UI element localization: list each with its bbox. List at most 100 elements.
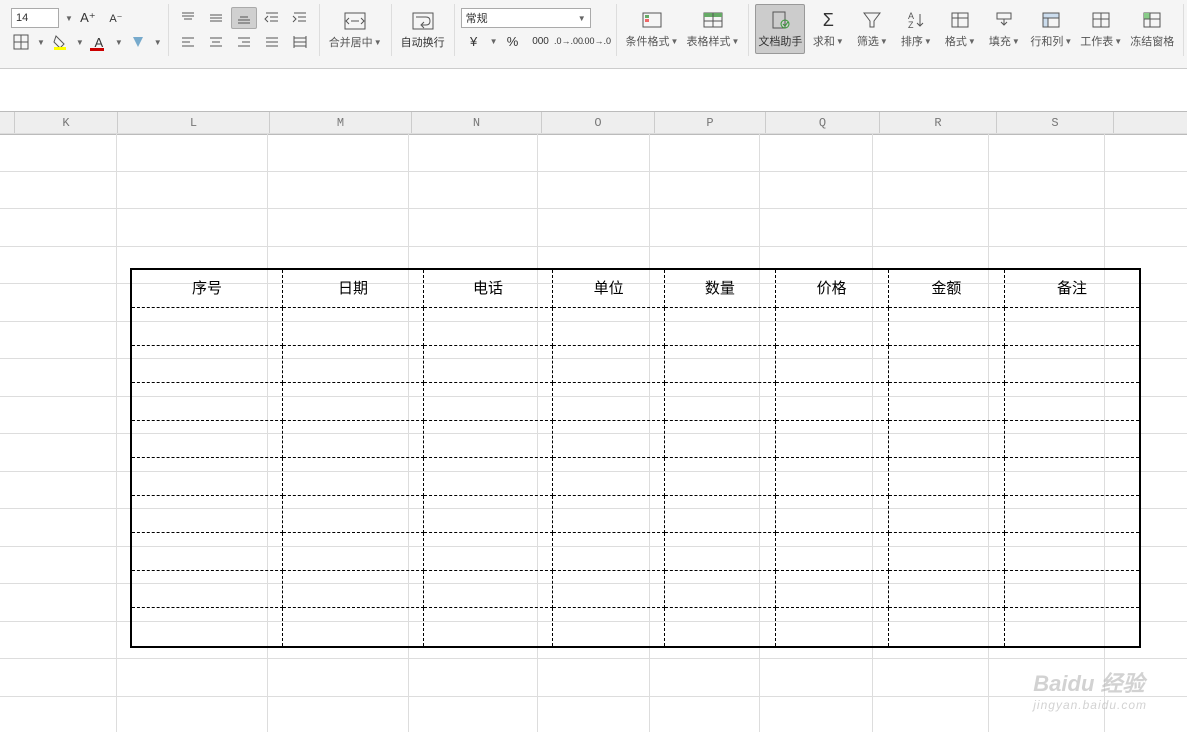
table-cell[interactable] xyxy=(889,533,1005,571)
percent-button[interactable]: % xyxy=(500,30,526,52)
sort-button[interactable]: AZ 排序▼ xyxy=(895,4,937,54)
table-cell[interactable] xyxy=(665,383,775,421)
align-center-button[interactable] xyxy=(203,31,229,53)
increase-decimal-button[interactable]: .0→.00 xyxy=(556,30,582,52)
table-cell[interactable] xyxy=(776,383,889,421)
table-cell[interactable] xyxy=(665,496,775,534)
table-cell[interactable] xyxy=(283,608,424,646)
table-cell[interactable] xyxy=(424,458,553,496)
table-cell[interactable] xyxy=(776,496,889,534)
table-cell[interactable] xyxy=(889,496,1005,534)
fill-color-button[interactable] xyxy=(47,31,73,53)
col-header-P[interactable]: P xyxy=(655,112,766,134)
table-cell[interactable] xyxy=(1005,346,1139,384)
highlight-dropdown[interactable]: ▼ xyxy=(154,38,162,47)
sum-button[interactable]: Σ 求和▼ xyxy=(807,4,849,54)
table-cell[interactable] xyxy=(889,308,1005,346)
col-header-extra[interactable] xyxy=(1114,112,1187,134)
table-cell[interactable] xyxy=(283,346,424,384)
table-cell[interactable] xyxy=(132,496,283,534)
table-cell[interactable] xyxy=(889,421,1005,459)
table-cell[interactable] xyxy=(283,458,424,496)
merge-center-button[interactable]: 合并居中▼ xyxy=(326,5,385,55)
table-cell[interactable] xyxy=(424,533,553,571)
freeze-button[interactable]: 冻结窗格 xyxy=(1127,4,1177,54)
align-justify-button[interactable] xyxy=(259,31,285,53)
align-top-button[interactable] xyxy=(175,7,201,29)
table-cell[interactable] xyxy=(132,383,283,421)
currency-button[interactable]: ¥ xyxy=(461,30,487,52)
wrap-text-button[interactable]: 自动换行 xyxy=(398,5,448,55)
decrease-decimal-button[interactable]: .00→.0 xyxy=(584,30,610,52)
table-cell[interactable] xyxy=(1005,571,1139,609)
col-header-Q[interactable]: Q xyxy=(766,112,880,134)
decrease-indent-button[interactable] xyxy=(259,7,285,29)
table-cell[interactable] xyxy=(1005,533,1139,571)
align-left-button[interactable] xyxy=(175,31,201,53)
table-cell[interactable] xyxy=(665,421,775,459)
conditional-format-button[interactable]: 条件格式▼ xyxy=(623,4,682,54)
table-cell[interactable] xyxy=(776,533,889,571)
align-distributed-button[interactable] xyxy=(287,31,313,53)
table-cell[interactable] xyxy=(553,571,665,609)
col-header-S[interactable]: S xyxy=(997,112,1114,134)
table-cell[interactable] xyxy=(889,608,1005,646)
currency-dropdown[interactable]: ▼ xyxy=(490,37,498,46)
table-cell[interactable] xyxy=(665,308,775,346)
table-header-cell[interactable]: 备注 xyxy=(1005,270,1139,308)
table-cell[interactable] xyxy=(424,421,553,459)
fill-button[interactable]: 填充▼ xyxy=(983,4,1025,54)
format-button[interactable]: 格式▼ xyxy=(939,4,981,54)
table-cell[interactable] xyxy=(424,346,553,384)
table-header-cell[interactable]: 序号 xyxy=(132,270,283,308)
table-cell[interactable] xyxy=(553,346,665,384)
table-header-cell[interactable]: 电话 xyxy=(424,270,553,308)
border-button[interactable] xyxy=(8,31,34,53)
table-cell[interactable] xyxy=(424,608,553,646)
table-cell[interactable] xyxy=(1005,383,1139,421)
col-header-M[interactable]: M xyxy=(270,112,412,134)
table-cell[interactable] xyxy=(424,571,553,609)
font-color-dropdown[interactable]: ▼ xyxy=(115,38,123,47)
table-cell[interactable] xyxy=(553,496,665,534)
table-cell[interactable] xyxy=(1005,608,1139,646)
col-header-N[interactable]: N xyxy=(412,112,542,134)
font-size-dropdown[interactable]: ▼ xyxy=(65,14,73,23)
table-cell[interactable] xyxy=(283,533,424,571)
rowcol-button[interactable]: 行和列▼ xyxy=(1027,4,1075,54)
table-cell[interactable] xyxy=(776,421,889,459)
table-cell[interactable] xyxy=(424,496,553,534)
table-cell[interactable] xyxy=(665,458,775,496)
font-color-button[interactable]: A xyxy=(86,31,112,53)
increase-indent-button[interactable] xyxy=(287,7,313,29)
table-cell[interactable] xyxy=(1005,308,1139,346)
comma-button[interactable]: 000 xyxy=(528,30,554,52)
doc-helper-button[interactable]: 文档助手 xyxy=(755,4,805,54)
table-cell[interactable] xyxy=(553,458,665,496)
table-cell[interactable] xyxy=(776,571,889,609)
filter-button[interactable]: 筛选▼ xyxy=(851,4,893,54)
table-cell[interactable] xyxy=(553,533,665,571)
table-cell[interactable] xyxy=(776,308,889,346)
col-header-K[interactable]: K xyxy=(15,112,118,134)
table-cell[interactable] xyxy=(553,308,665,346)
table-header-cell[interactable]: 单位 xyxy=(553,270,665,308)
table-header-cell[interactable]: 日期 xyxy=(283,270,424,308)
table-cell[interactable] xyxy=(283,496,424,534)
table-cell[interactable] xyxy=(665,533,775,571)
decrease-font-button[interactable]: A⁻ xyxy=(103,7,129,29)
table-cell[interactable] xyxy=(776,458,889,496)
table-cell[interactable] xyxy=(132,346,283,384)
table-header-cell[interactable]: 金额 xyxy=(889,270,1005,308)
table-cell[interactable] xyxy=(132,571,283,609)
table-cell[interactable] xyxy=(665,608,775,646)
table-cell[interactable] xyxy=(132,608,283,646)
table-cell[interactable] xyxy=(1005,421,1139,459)
table-cell[interactable] xyxy=(1005,458,1139,496)
table-cell[interactable] xyxy=(553,608,665,646)
font-size-input[interactable]: 14 xyxy=(8,7,62,29)
table-cell[interactable] xyxy=(889,458,1005,496)
col-header-L[interactable]: L xyxy=(118,112,270,134)
spreadsheet-area[interactable]: KLMNOPQRS 序号日期电话单位数量价格金额备注 Baidu 经验 jing… xyxy=(0,69,1187,732)
table-cell[interactable] xyxy=(665,571,775,609)
